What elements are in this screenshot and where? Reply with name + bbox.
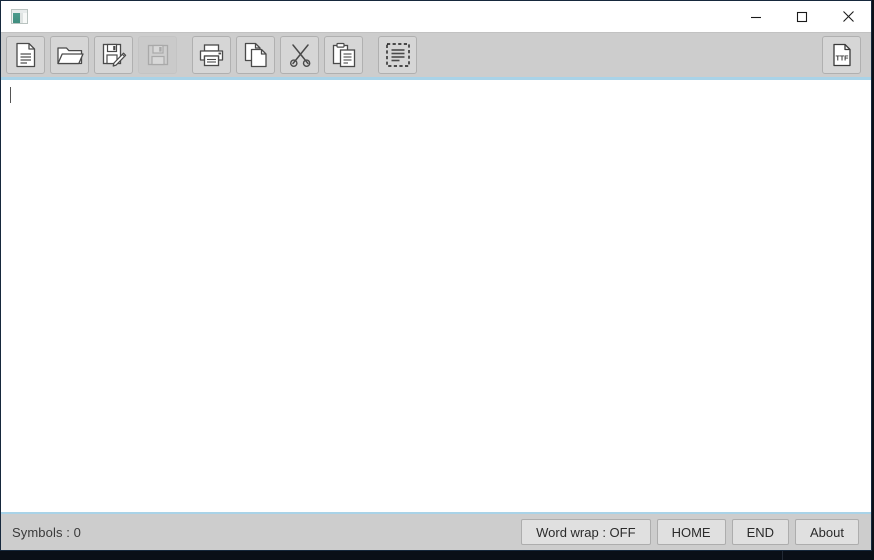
text-caret	[10, 87, 11, 103]
editor-area[interactable]	[1, 77, 871, 512]
save-icon	[147, 44, 168, 66]
new-document-icon	[15, 42, 35, 68]
copy-button[interactable]	[236, 36, 275, 74]
minimize-icon	[751, 16, 761, 18]
application-window: TTF Symbols : 0 Word wrap : OFF HOME END…	[0, 0, 872, 551]
status-bar: Symbols : 0 Word wrap : OFF HOME END Abo…	[1, 512, 871, 550]
clipboard-icon	[332, 42, 355, 68]
select-all-button[interactable]	[378, 36, 417, 74]
ttf-font-label: TTF	[835, 56, 849, 63]
toolbar-separator	[177, 55, 187, 56]
close-icon	[842, 11, 854, 22]
paste-button[interactable]	[324, 36, 363, 74]
save-as-button[interactable]	[94, 36, 133, 74]
word-wrap-button[interactable]: Word wrap : OFF	[521, 519, 651, 545]
printer-icon	[199, 43, 224, 66]
new-file-button[interactable]	[6, 36, 45, 74]
maximize-icon	[796, 11, 808, 22]
open-file-button[interactable]	[50, 36, 89, 74]
text-editor-input[interactable]	[1, 80, 871, 512]
end-button[interactable]: END	[731, 519, 790, 545]
about-button[interactable]: About	[795, 519, 859, 545]
save-button[interactable]	[138, 36, 177, 74]
toolbar-group-file	[1, 36, 177, 74]
print-button[interactable]	[192, 36, 231, 74]
toolbar-separator	[363, 55, 373, 56]
home-button[interactable]: HOME	[656, 519, 726, 545]
title-bar[interactable]	[1, 1, 871, 32]
symbols-count-label: Symbols : 0	[12, 524, 82, 540]
save-as-icon	[102, 43, 126, 67]
close-button[interactable]	[825, 1, 871, 32]
open-folder-icon	[56, 47, 84, 65]
ttf-font-icon: TTF	[832, 43, 851, 67]
toolbar: TTF	[1, 32, 871, 77]
scissors-icon	[289, 44, 310, 68]
cut-button[interactable]	[280, 36, 319, 74]
minimize-button[interactable]	[733, 1, 779, 32]
font-button[interactable]: TTF	[822, 36, 861, 74]
select-all-icon	[385, 43, 410, 67]
toolbar-group-print	[187, 36, 363, 74]
maximize-button[interactable]	[779, 1, 825, 32]
copy-icon	[244, 42, 267, 68]
toolbar-group-select	[373, 36, 417, 74]
app-window-icon	[11, 9, 28, 24]
